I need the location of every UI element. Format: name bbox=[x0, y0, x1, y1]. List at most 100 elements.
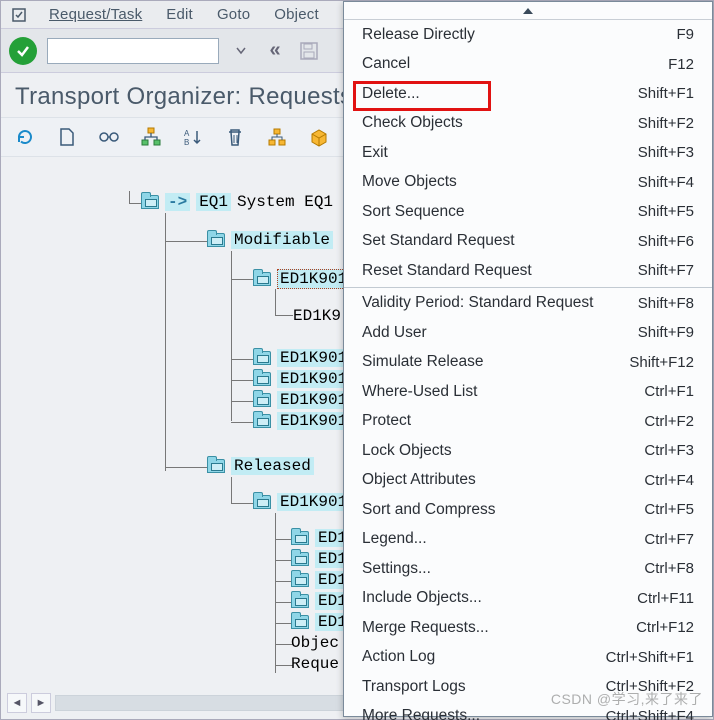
menu-item-shortcut: Shift+F9 bbox=[638, 324, 694, 341]
folder-closed-icon bbox=[291, 531, 309, 545]
menu-item-protect[interactable]: ProtectCtrl+F2 bbox=[344, 407, 712, 437]
tree-node-system[interactable]: -> EQ1 System EQ1 bbox=[141, 193, 333, 211]
refresh-icon[interactable] bbox=[13, 125, 37, 149]
menu-request-task[interactable]: Request/Task bbox=[37, 2, 154, 27]
menu-goto[interactable]: Goto bbox=[205, 2, 262, 27]
app-window: Request/Task Edit Goto Object « Transpor… bbox=[0, 0, 714, 720]
org-icon[interactable] bbox=[265, 125, 289, 149]
tree-node-label: System EQ1 bbox=[237, 193, 333, 211]
menu-item-move-objects[interactable]: Move ObjectsShift+F4 bbox=[344, 168, 712, 198]
menu-item-label: Cancel bbox=[362, 55, 668, 73]
menu-item-simulate-release[interactable]: Simulate ReleaseShift+F12 bbox=[344, 348, 712, 378]
menu-item-label: Simulate Release bbox=[362, 353, 629, 371]
tree-node-label: Objec bbox=[291, 634, 339, 652]
svg-text:A: A bbox=[184, 129, 190, 138]
menu-item-shortcut: Shift+F4 bbox=[638, 174, 694, 191]
menu-item-set-standard-request[interactable]: Set Standard RequestShift+F6 bbox=[344, 227, 712, 257]
app-icon bbox=[7, 3, 31, 27]
tree-node-code: ED1K9 bbox=[293, 307, 341, 325]
menu-item-label: Validity Period: Standard Request bbox=[362, 294, 638, 312]
menu-item-shortcut: F9 bbox=[676, 26, 694, 43]
folder-closed-icon bbox=[291, 615, 309, 629]
menu-item-shortcut: Ctrl+Shift+F4 bbox=[606, 708, 694, 720]
menu-item-delete[interactable]: Delete...Shift+F1 bbox=[344, 79, 712, 109]
tree-node-released[interactable]: Released bbox=[207, 457, 314, 475]
menu-item-shortcut: Ctrl+Shift+F2 bbox=[606, 678, 694, 695]
hierarchy-icon[interactable] bbox=[139, 125, 163, 149]
folder-closed-icon bbox=[253, 351, 271, 365]
folder-closed-icon bbox=[253, 414, 271, 428]
menu-item-shortcut: Ctrl+F2 bbox=[644, 413, 694, 430]
menu-object[interactable]: Object bbox=[262, 2, 331, 27]
scroll-left-icon[interactable]: ◄ bbox=[7, 693, 27, 713]
menu-item-cancel[interactable]: CancelF12 bbox=[344, 50, 712, 80]
menu-item-add-user[interactable]: Add UserShift+F9 bbox=[344, 318, 712, 348]
menu-item-shortcut: Shift+F5 bbox=[638, 203, 694, 220]
menu-item-exit[interactable]: ExitShift+F3 bbox=[344, 138, 712, 168]
delete-icon[interactable] bbox=[223, 125, 247, 149]
menu-item-label: Action Log bbox=[362, 648, 606, 666]
menu-edit[interactable]: Edit bbox=[154, 2, 205, 27]
menu-item-sort-sequence[interactable]: Sort SequenceShift+F5 bbox=[344, 197, 712, 227]
sort-icon[interactable]: AB bbox=[181, 125, 205, 149]
menu-item-reset-standard-request[interactable]: Reset Standard RequestShift+F7 bbox=[344, 256, 712, 286]
folder-open-icon bbox=[253, 272, 271, 286]
menu-item-shortcut: Ctrl+F3 bbox=[644, 442, 694, 459]
tree-node-code: EQ1 bbox=[196, 193, 231, 211]
tree-node-request-text[interactable]: Reque bbox=[291, 655, 339, 673]
menu-item-more-requests[interactable]: More Requests...Ctrl+Shift+F4 bbox=[344, 702, 712, 720]
menu-item-release-directly[interactable]: Release DirectlyF9 bbox=[344, 20, 712, 50]
menu-item-shortcut: Ctrl+Shift+F1 bbox=[606, 649, 694, 666]
menu-item-shortcut: Ctrl+F4 bbox=[644, 472, 694, 489]
menu-item-label: Move Objects bbox=[362, 173, 638, 191]
folder-closed-icon bbox=[253, 393, 271, 407]
tree-node-label: Released bbox=[231, 457, 314, 475]
tree-node-label: Modifiable bbox=[231, 231, 333, 249]
menu-item-validity-period-standard-request[interactable]: Validity Period: Standard RequestShift+F… bbox=[344, 289, 712, 319]
folder-closed-icon bbox=[291, 552, 309, 566]
menu-item-legend[interactable]: Legend...Ctrl+F7 bbox=[344, 525, 712, 555]
menu-item-shortcut: Ctrl+F8 bbox=[644, 560, 694, 577]
command-input[interactable] bbox=[47, 38, 219, 64]
menu-item-shortcut: Ctrl+F7 bbox=[644, 531, 694, 548]
menu-item-shortcut: Ctrl+F11 bbox=[637, 590, 694, 607]
menu-item-label: Protect bbox=[362, 412, 644, 430]
menu-item-merge-requests[interactable]: Merge Requests...Ctrl+F12 bbox=[344, 613, 712, 643]
menu-item-where-used-list[interactable]: Where-Used ListCtrl+F1 bbox=[344, 377, 712, 407]
enter-button[interactable] bbox=[9, 37, 37, 65]
menu-item-settings[interactable]: Settings...Ctrl+F8 bbox=[344, 554, 712, 584]
svg-text:B: B bbox=[184, 138, 189, 146]
menu-item-shortcut: Shift+F2 bbox=[638, 115, 694, 132]
menu-item-object-attributes[interactable]: Object AttributesCtrl+F4 bbox=[344, 466, 712, 496]
menu-item-label: Settings... bbox=[362, 560, 644, 578]
menu-item-label: Lock Objects bbox=[362, 442, 644, 460]
package-icon[interactable] bbox=[307, 125, 331, 149]
back-double-icon[interactable]: « bbox=[263, 39, 287, 63]
menu-item-label: Merge Requests... bbox=[362, 619, 636, 637]
menu-scroll-up-icon[interactable] bbox=[344, 2, 712, 20]
tree-arrow: -> bbox=[165, 193, 190, 211]
menu-item-check-objects[interactable]: Check ObjectsShift+F2 bbox=[344, 109, 712, 139]
save-icon[interactable] bbox=[297, 39, 321, 63]
tree-node-object-list[interactable]: Objec bbox=[291, 634, 339, 652]
menu-item-sort-and-compress[interactable]: Sort and CompressCtrl+F5 bbox=[344, 495, 712, 525]
menu-item-shortcut: Shift+F1 bbox=[638, 85, 694, 102]
menu-item-shortcut: Shift+F7 bbox=[638, 262, 694, 279]
menu-item-shortcut: F12 bbox=[668, 56, 694, 73]
menu-item-action-log[interactable]: Action LogCtrl+Shift+F1 bbox=[344, 643, 712, 673]
scroll-right-icon[interactable]: ► bbox=[31, 693, 51, 713]
menu-item-include-objects[interactable]: Include Objects...Ctrl+F11 bbox=[344, 584, 712, 614]
tree-node-modifiable[interactable]: Modifiable bbox=[207, 231, 333, 249]
menu-item-lock-objects[interactable]: Lock ObjectsCtrl+F3 bbox=[344, 436, 712, 466]
menu-item-label: Check Objects bbox=[362, 114, 638, 132]
menu-item-label: Object Attributes bbox=[362, 471, 644, 489]
menu-item-shortcut: Ctrl+F1 bbox=[644, 383, 694, 400]
menu-item-transport-logs[interactable]: Transport LogsCtrl+Shift+F2 bbox=[344, 672, 712, 702]
menu-item-shortcut: Shift+F12 bbox=[629, 354, 694, 371]
menu-item-label: Legend... bbox=[362, 530, 644, 548]
dropdown-icon[interactable] bbox=[229, 39, 253, 63]
new-document-icon[interactable] bbox=[55, 125, 79, 149]
display-icon[interactable] bbox=[97, 125, 121, 149]
menu-item-shortcut: Shift+F8 bbox=[638, 295, 694, 312]
tree-node-task[interactable]: ED1K9 bbox=[293, 307, 341, 325]
